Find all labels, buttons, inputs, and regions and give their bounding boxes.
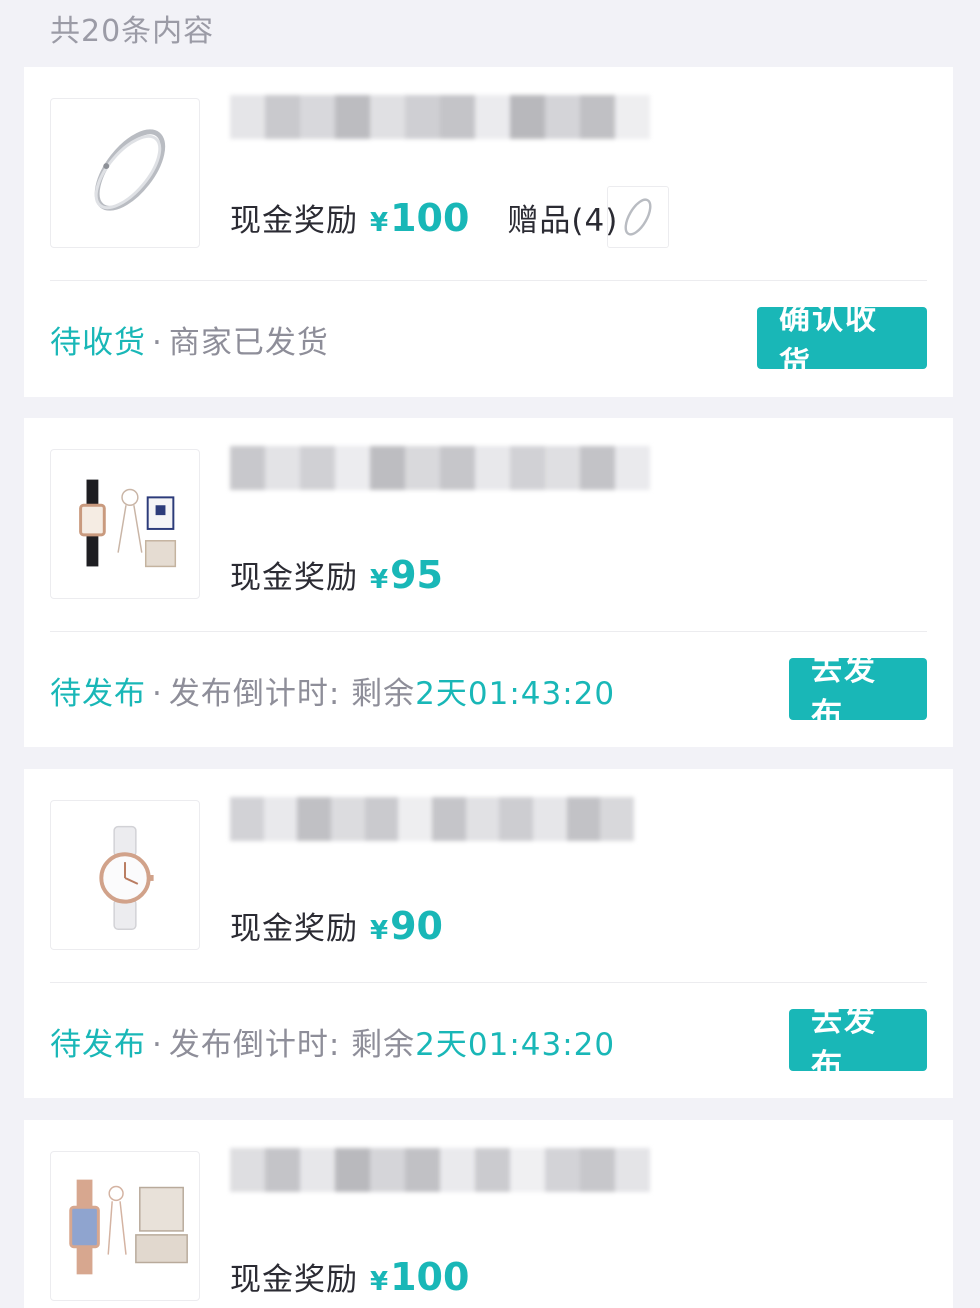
order-card[interactable]: 现金奖励 ¥ 90 待发布 · 发布倒计时: 剩余2天01:43:20 去发布 [24,769,953,1098]
divider [50,280,927,281]
product-title-blurred [230,95,650,139]
divider [50,982,927,983]
go-publish-button[interactable]: 去发布 [789,1003,927,1084]
reward-label: 现金奖励 [230,1262,358,1298]
status-separator: · [152,325,163,361]
product-title-blurred [230,446,650,490]
countdown-time: 2天01:43:20 [415,1027,616,1063]
cash-reward: 现金奖励 ¥ 100 [230,1254,470,1299]
reward-label: 现金奖励 [230,560,358,596]
confirm-receipt-button[interactable]: 确认收货 [757,301,927,382]
status-separator: · [152,1027,163,1063]
reward-amount: 95 [390,553,443,597]
reward-amount: 90 [390,904,443,948]
reward-amount: 100 [390,196,470,240]
watch-gift-set-icon[interactable] [50,449,200,599]
white-watch-icon[interactable] [50,800,200,950]
status-main: 待发布 [50,1027,146,1063]
go-publish-button[interactable]: 去发布 [789,652,927,733]
product-title-blurred [230,1148,650,1192]
divider [50,631,927,632]
cash-reward: 现金奖励 ¥ 95 [230,552,443,597]
order-card[interactable]: 现金奖励 ¥ 95 待发布 · 发布倒计时: 剩余2天01:43:20 去发布 [24,418,953,747]
status-sub: 发布倒计时: 剩余 [168,1027,416,1063]
currency-symbol: ¥ [370,208,389,238]
cash-reward: 现金奖励 ¥ 100 赠品(4) [230,195,619,240]
cash-reward: 现金奖励 ¥ 90 [230,903,443,948]
currency-symbol: ¥ [370,916,389,946]
rose-gold-watch-set-icon[interactable] [50,1151,200,1301]
currency-symbol: ¥ [370,565,389,595]
status-main: 待收货 [50,325,146,361]
reward-label: 现金奖励 [230,911,358,947]
gift-bracelet-icon[interactable] [607,186,669,248]
gift-label: 赠品(4) [507,203,619,239]
order-card[interactable]: 现金奖励 ¥ 100 赠品(4) 待收货 · 商家已发货 确认收货 [24,67,953,397]
reward-amount: 100 [390,1255,470,1299]
order-card[interactable]: 现金奖励 ¥ 100 [24,1120,953,1308]
status-sub: 商家已发货 [168,325,329,361]
product-title-blurred [230,797,635,841]
order-status: 待发布 · 发布倒计时: 剩余2天01:43:20 [50,668,615,713]
result-count: 共20条内容 [50,14,215,49]
currency-symbol: ¥ [370,1267,389,1297]
reward-label: 现金奖励 [230,203,358,239]
status-sub: 发布倒计时: 剩余 [168,676,416,712]
countdown-time: 2天01:43:20 [415,676,616,712]
bracelet-icon[interactable] [50,98,200,248]
status-main: 待发布 [50,676,146,712]
status-separator: · [152,676,163,712]
order-status: 待发布 · 发布倒计时: 剩余2天01:43:20 [50,1019,615,1064]
order-status: 待收货 · 商家已发货 [50,317,329,362]
